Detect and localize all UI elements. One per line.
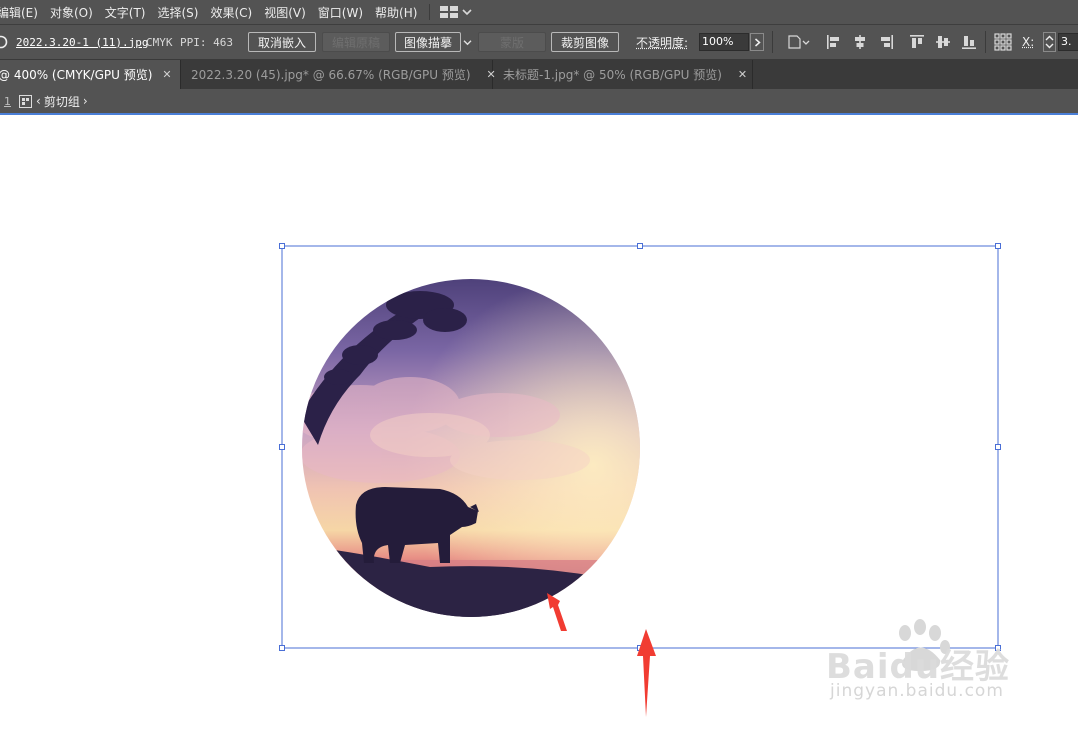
close-icon[interactable]: ✕ bbox=[738, 68, 747, 81]
align-left-icon[interactable] bbox=[824, 32, 844, 52]
breadcrumb-group[interactable]: 剪切组 bbox=[44, 93, 80, 110]
tab-document-2[interactable]: 2022.3.20 (45).jpg* @ 66.67% (RGB/GPU 预览… bbox=[181, 60, 493, 89]
workspace-switcher[interactable] bbox=[440, 6, 472, 18]
align-center-h-icon[interactable] bbox=[850, 32, 870, 52]
control-bar: 2022.3.20-1 (11).jpg CMYK PPI: 463 取消嵌入 … bbox=[0, 25, 1078, 60]
align-middle-v-icon[interactable] bbox=[933, 32, 953, 52]
color-mode: CMYK bbox=[146, 36, 173, 49]
document-setup-icon[interactable] bbox=[786, 32, 812, 52]
menu-object[interactable]: 对象(O) bbox=[44, 4, 99, 21]
tab-current-document[interactable]: @ 400% (CMYK/GPU 预览) ✕ bbox=[0, 60, 181, 89]
annotation-arrow-large bbox=[637, 629, 656, 717]
transform-grid-icon[interactable] bbox=[993, 32, 1013, 52]
menu-divider bbox=[429, 4, 430, 20]
tab-label: 未标题-1.jpg* @ 50% (RGB/GPU 预览) bbox=[503, 66, 722, 83]
clipped-circle-image[interactable] bbox=[290, 275, 645, 620]
tab-document-3[interactable]: 未标题-1.jpg* @ 50% (RGB/GPU 预览) ✕ bbox=[493, 60, 753, 89]
mask-button[interactable]: 蒙版 bbox=[478, 32, 546, 52]
crop-image-button[interactable]: 裁剪图像 bbox=[551, 32, 619, 52]
document-tab-bar: @ 400% (CMYK/GPU 预览) ✕ 2022.3.20 (45).jp… bbox=[0, 60, 1078, 89]
toolbar-divider bbox=[772, 31, 773, 53]
tab-label: @ 400% (CMYK/GPU 预览) bbox=[0, 66, 152, 83]
clip-group-icon bbox=[19, 95, 32, 108]
stepper-icon bbox=[1045, 35, 1054, 49]
chevron-left-icon: ‹ bbox=[36, 94, 41, 108]
opacity-label: 不透明度: bbox=[636, 34, 688, 51]
close-icon[interactable]: ✕ bbox=[162, 68, 171, 81]
linked-file-name[interactable]: 2022.3.20-1 (11).jpg bbox=[16, 36, 148, 49]
x-label: X: bbox=[1022, 35, 1034, 49]
align-right-icon[interactable] bbox=[876, 32, 896, 52]
opacity-input[interactable]: 100% bbox=[699, 33, 749, 51]
tab-label: 2022.3.20 (45).jpg* @ 66.67% (RGB/GPU 预览… bbox=[191, 66, 471, 83]
menu-select[interactable]: 选择(S) bbox=[151, 4, 204, 21]
artboard-canvas[interactable]: Baidu经验 jingyan.baidu.com bbox=[0, 115, 1078, 732]
handle-middle-right[interactable] bbox=[996, 445, 1001, 450]
opacity-slider-button[interactable] bbox=[750, 33, 764, 51]
isolation-breadcrumb: 1 ‹ 剪切组 › bbox=[0, 89, 1078, 115]
handle-bottom-left[interactable] bbox=[280, 646, 285, 651]
align-top-icon[interactable] bbox=[907, 32, 927, 52]
handle-middle-left[interactable] bbox=[280, 445, 285, 450]
image-trace-dropdown[interactable] bbox=[460, 32, 474, 52]
chevron-down-icon bbox=[462, 8, 472, 16]
handle-top-right[interactable] bbox=[996, 244, 1001, 249]
unembed-button[interactable]: 取消嵌入 bbox=[248, 32, 316, 52]
x-input[interactable]: 3. bbox=[1058, 33, 1078, 51]
menu-bar: 编辑(E) 对象(O) 文字(T) 选择(S) 效果(C) 视图(V) 窗口(W… bbox=[0, 0, 1078, 25]
watermark-url: jingyan.baidu.com bbox=[830, 681, 1004, 701]
menu-type[interactable]: 文字(T) bbox=[99, 4, 152, 21]
handle-top-center[interactable] bbox=[638, 244, 643, 249]
chevron-down-icon bbox=[463, 39, 472, 46]
menu-window[interactable]: 窗口(W) bbox=[312, 4, 369, 21]
x-stepper[interactable] bbox=[1043, 32, 1056, 52]
workspace-grid-icon bbox=[440, 6, 458, 18]
menu-view[interactable]: 视图(V) bbox=[258, 4, 312, 21]
menu-edit[interactable]: 编辑(E) bbox=[0, 4, 44, 21]
ppi-readout: PPI: 463 bbox=[180, 36, 233, 49]
object-icon bbox=[0, 25, 8, 59]
align-bottom-icon[interactable] bbox=[959, 32, 979, 52]
edit-original-button[interactable]: 编辑原稿 bbox=[322, 32, 390, 52]
chevron-right-icon bbox=[754, 38, 761, 47]
image-trace-button[interactable]: 图像描摹 bbox=[395, 32, 461, 52]
toolbar-divider bbox=[985, 31, 986, 53]
breadcrumb-layer[interactable]: 1 bbox=[4, 95, 11, 108]
handle-top-left[interactable] bbox=[280, 244, 285, 249]
annotation-arrow-small bbox=[547, 593, 567, 631]
chevron-right-icon: › bbox=[83, 94, 88, 108]
menu-help[interactable]: 帮助(H) bbox=[369, 4, 423, 21]
menu-effect[interactable]: 效果(C) bbox=[204, 4, 258, 21]
